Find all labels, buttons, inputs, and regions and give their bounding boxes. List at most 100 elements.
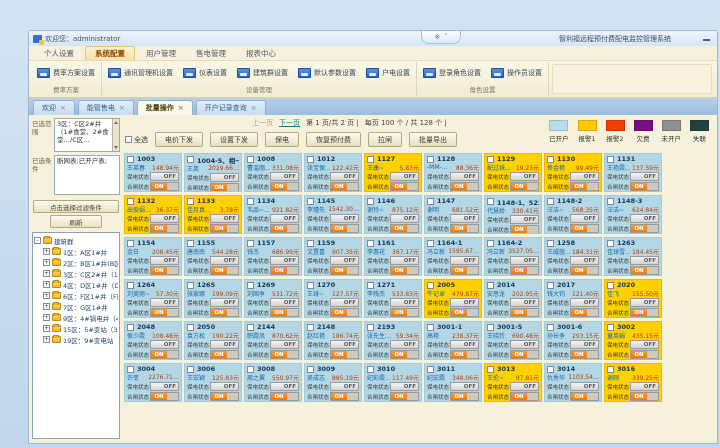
switch-state-toggle[interactable]: ON [270, 182, 299, 191]
keep-power-toggle[interactable]: OFF [570, 214, 599, 223]
switch-state-toggle[interactable]: ON [390, 182, 419, 191]
card-checkbox[interactable] [247, 198, 254, 205]
switch-state-toggle[interactable]: ON [570, 350, 599, 359]
switch-state-toggle[interactable]: ON [330, 392, 359, 401]
keep-power-toggle[interactable]: OFF [570, 298, 599, 307]
card-checkbox[interactable] [307, 240, 314, 247]
ribbon-button-默认参数设置[interactable]: 默认参数设置 [296, 67, 358, 79]
keep-power-toggle[interactable]: OFF [510, 382, 539, 391]
card-checkbox[interactable] [427, 324, 434, 331]
card-checkbox[interactable] [427, 156, 434, 163]
card-checkbox[interactable] [127, 282, 134, 289]
keep-power-toggle[interactable]: OFF [270, 214, 299, 223]
keep-power-toggle[interactable]: OFF [210, 173, 239, 182]
window-style-pill[interactable]: ※ ˅ [421, 31, 461, 44]
ribbon-button-仪表设置[interactable]: 仪表设置 [181, 67, 229, 79]
card-checkbox[interactable] [247, 324, 254, 331]
card-checkbox[interactable] [367, 156, 374, 163]
switch-state-toggle[interactable]: ON [510, 392, 539, 401]
tree-item[interactable]: +2区：B区1#井(B区1#… [34, 257, 118, 268]
ribbon-tab-报表中心[interactable]: 报表中心 [237, 47, 285, 60]
switch-state-toggle[interactable]: ON [150, 224, 179, 233]
next-page-link[interactable]: 下一页 [279, 118, 300, 128]
card-checkbox[interactable] [187, 198, 194, 205]
ribbon-button-费率方案设置[interactable]: 费率方案设置 [35, 67, 97, 79]
keep-power-toggle[interactable]: OFF [630, 382, 659, 391]
card-checkbox[interactable] [187, 282, 194, 289]
card-checkbox[interactable] [307, 156, 314, 163]
card-checkbox[interactable] [427, 282, 434, 289]
expand-icon[interactable]: + [43, 281, 50, 288]
switch-state-toggle[interactable]: ON [450, 266, 479, 275]
switch-state-toggle[interactable]: ON [270, 266, 299, 275]
tree-item[interactable]: +4区：D区1#井（D区1… [34, 279, 118, 290]
switch-state-toggle[interactable]: ON [630, 266, 659, 275]
keep-power-toggle[interactable]: OFF [150, 382, 179, 391]
choose-filter-button[interactable]: 点击选择过滤条件 [33, 200, 119, 213]
switch-state-toggle[interactable]: ON [570, 224, 599, 233]
switch-state-toggle[interactable]: ON [510, 225, 539, 234]
card-checkbox[interactable] [367, 282, 374, 289]
switch-state-toggle[interactable]: ON [330, 182, 359, 191]
switch-state-toggle[interactable]: ON [390, 308, 419, 317]
keep-power-toggle[interactable]: OFF [270, 340, 299, 349]
keep-power-toggle[interactable]: OFF [330, 256, 359, 265]
keep-power-toggle[interactable]: OFF [150, 298, 179, 307]
card-checkbox[interactable] [427, 366, 434, 373]
doc-tab-能管售电[interactable]: 能管售电× [78, 100, 134, 115]
card-checkbox[interactable] [247, 366, 254, 373]
card-checkbox[interactable] [607, 156, 614, 163]
switch-state-toggle[interactable]: ON [510, 182, 539, 191]
keep-power-toggle[interactable]: OFF [390, 256, 419, 265]
keep-power-toggle[interactable]: OFF [390, 340, 419, 349]
keep-power-toggle[interactable]: OFF [510, 256, 539, 265]
keep-power-toggle[interactable]: OFF [510, 172, 539, 181]
expand-icon[interactable]: + [43, 325, 50, 332]
toolbar-button-保电[interactable]: 保电 [265, 132, 299, 147]
range-scrollbar[interactable] [112, 119, 119, 151]
prev-page-link[interactable]: 上一页 [252, 118, 273, 128]
keep-power-toggle[interactable]: OFF [270, 382, 299, 391]
switch-state-toggle[interactable]: ON [570, 392, 599, 401]
close-icon[interactable]: × [119, 105, 125, 112]
keep-power-toggle[interactable]: OFF [330, 340, 359, 349]
keep-power-toggle[interactable]: OFF [330, 298, 359, 307]
toolbar-button-拉闸[interactable]: 拉闸 [368, 132, 402, 147]
card-checkbox[interactable] [247, 282, 254, 289]
switch-state-toggle[interactable]: ON [150, 350, 179, 359]
close-icon[interactable]: × [251, 105, 257, 112]
card-checkbox[interactable] [187, 366, 194, 373]
card-checkbox[interactable] [607, 282, 614, 289]
selected-condition-box[interactable]: 断网表;已开户表; [54, 155, 120, 195]
keep-power-toggle[interactable]: OFF [450, 298, 479, 307]
ribbon-button-登录角色设置[interactable]: 登录角色设置 [421, 67, 483, 79]
select-all[interactable]: 全选 [125, 135, 148, 145]
card-checkbox[interactable] [187, 324, 194, 331]
switch-state-toggle[interactable]: ON [210, 350, 239, 359]
card-checkbox[interactable] [547, 240, 554, 247]
card-checkbox[interactable] [247, 156, 254, 163]
keep-power-toggle[interactable]: OFF [210, 340, 239, 349]
keep-power-toggle[interactable]: OFF [630, 214, 659, 223]
card-checkbox[interactable] [367, 324, 374, 331]
close-icon[interactable]: × [60, 105, 66, 112]
keep-power-toggle[interactable]: OFF [390, 214, 419, 223]
toolbar-button-设置下发[interactable]: 设置下发 [210, 132, 258, 147]
ribbon-button-建筑群设置[interactable]: 建筑群设置 [235, 67, 290, 79]
expand-icon[interactable]: + [43, 314, 50, 321]
doc-tab-开户记录查询[interactable]: 开户记录查询× [196, 100, 266, 115]
switch-state-toggle[interactable]: ON [330, 350, 359, 359]
switch-state-toggle[interactable]: ON [630, 182, 659, 191]
tree-item[interactable]: +7区：G区1#井 [34, 301, 118, 312]
card-checkbox[interactable] [607, 240, 614, 247]
card-checkbox[interactable] [127, 240, 134, 247]
switch-state-toggle[interactable]: ON [630, 392, 659, 401]
keep-power-toggle[interactable]: OFF [210, 298, 239, 307]
card-checkbox[interactable] [427, 240, 434, 247]
card-checkbox[interactable] [487, 366, 494, 373]
switch-state-toggle[interactable]: ON [510, 266, 539, 275]
switch-state-toggle[interactable]: ON [570, 182, 599, 191]
keep-power-toggle[interactable]: OFF [450, 214, 479, 223]
tree-item[interactable]: +1区：A区1#井 [34, 246, 118, 257]
card-checkbox[interactable] [607, 366, 614, 373]
